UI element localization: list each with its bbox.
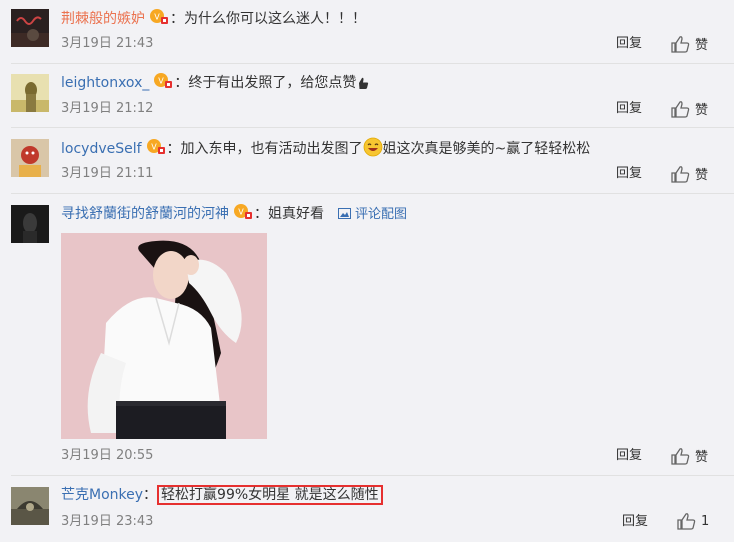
divider [11, 193, 734, 194]
comment-separator: ： [254, 206, 268, 222]
thumbs-up-icon [671, 165, 690, 183]
vip-badge-icon: V [233, 203, 253, 221]
comment-feed: 荆棘般的嫉妒 V ：为什么你可以这么迷人！！！ 3月19日 21:43 回复 赞 l… [0, 0, 734, 542]
comment-time: 3月19日 21:43 [61, 36, 154, 51]
reply-button[interactable]: 回复 [616, 36, 642, 52]
like-count: 1 [701, 513, 710, 529]
like-button[interactable]: 赞 [670, 164, 708, 183]
comment-photo[interactable] [61, 233, 267, 439]
avatar[interactable] [11, 487, 49, 525]
image-icon [338, 208, 351, 219]
vip-badge-icon: V [153, 72, 173, 90]
comment-separator: ： [170, 11, 184, 27]
thumbs-up-emoji-icon [356, 75, 372, 91]
comment-text: 姐这次真是够美的~赢了轻轻松松 [382, 141, 591, 157]
like-label: 赞 [695, 450, 709, 465]
vip-badge-icon: V [146, 138, 166, 156]
comment-username[interactable]: 寻找舒蘭街的舒蘭河的河神 [61, 206, 229, 222]
reply-button[interactable]: 回复 [616, 448, 642, 464]
comment-separator: ： [166, 141, 181, 157]
comment-separator: ： [174, 75, 189, 91]
comment-text: 终于有出发照了，给您点赞 [188, 75, 357, 91]
thumbs-up-icon [671, 35, 690, 53]
comment-pic-link[interactable]: 评论配图 [338, 207, 407, 222]
avatar[interactable] [11, 74, 49, 112]
comment-time: 3月19日 20:55 [61, 448, 154, 463]
like-button[interactable]: 赞 [670, 99, 708, 118]
divider [11, 475, 734, 476]
svg-text:V: V [154, 13, 160, 22]
thumbs-up-icon [671, 100, 690, 118]
divider [11, 63, 734, 64]
grin-emoji-icon [363, 137, 383, 157]
comment-username[interactable]: locydveSelf [61, 141, 142, 157]
comment-username[interactable]: 荆棘般的嫉妒 [61, 11, 145, 27]
reply-button[interactable]: 回复 [616, 166, 642, 182]
comment-text: 姐真好看 [268, 206, 324, 222]
avatar[interactable] [11, 205, 49, 243]
pic-link-label: 评论配图 [355, 207, 408, 222]
comment-text: 加入东申，也有活动出发图了 [180, 141, 363, 157]
comment-time: 3月19日 23:43 [61, 514, 154, 529]
avatar[interactable] [11, 139, 49, 177]
reply-button[interactable]: 回复 [622, 514, 648, 530]
thumbs-up-icon [671, 447, 690, 465]
comment-time: 3月19日 21:11 [61, 166, 154, 181]
like-label: 赞 [695, 103, 709, 118]
svg-text:V: V [159, 77, 165, 86]
highlighted-comment-text: 轻松打赢99%女明星 就是这么随性 [157, 485, 383, 505]
like-button[interactable]: 1 [676, 512, 709, 530]
comment-text: 为什么你可以这么迷人！！！ [184, 11, 366, 27]
comment-separator: ： [143, 487, 158, 503]
svg-text:V: V [151, 143, 157, 152]
reply-button[interactable]: 回复 [616, 101, 642, 117]
vip-badge-icon: V [149, 8, 169, 26]
avatar[interactable] [11, 9, 49, 47]
divider [11, 127, 734, 128]
comment-username[interactable]: 芒克Monkey [61, 487, 143, 503]
thumbs-up-icon [677, 513, 696, 530]
like-button[interactable]: 赞 [670, 34, 708, 53]
comment-time: 3月19日 21:12 [61, 101, 154, 116]
like-label: 赞 [695, 38, 709, 53]
like-label: 赞 [695, 168, 709, 183]
svg-text:V: V [238, 208, 244, 217]
like-button[interactable]: 赞 [670, 446, 708, 465]
comment-username[interactable]: leightonxox_ [61, 75, 149, 91]
